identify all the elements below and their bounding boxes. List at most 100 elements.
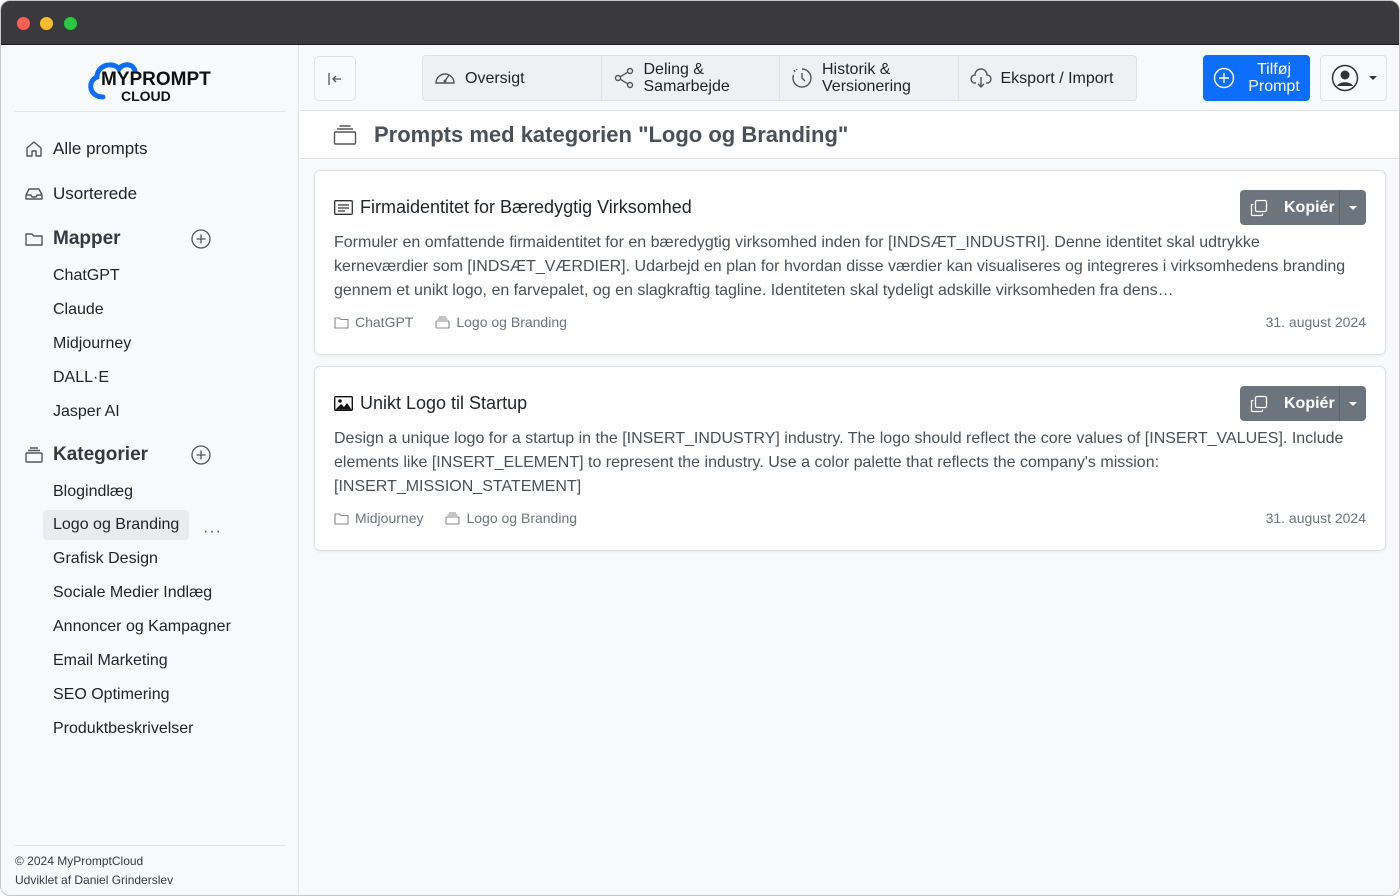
prompt-category[interactable]: Logo og Branding bbox=[456, 314, 567, 330]
copy-icon bbox=[1250, 199, 1268, 216]
prompt-title[interactable]: Unikt Logo til Startup bbox=[334, 393, 527, 414]
nav-label: Eksport / Import bbox=[1000, 69, 1114, 87]
speedometer-icon bbox=[435, 73, 455, 84]
sidebar-folder-dalle[interactable]: DALL·E bbox=[43, 363, 119, 393]
minimize-window-button[interactable] bbox=[40, 17, 53, 30]
sidebar-category-annoncer[interactable]: Annoncer og Kampagner bbox=[43, 612, 241, 642]
add-prompt-label: Tilføj Prompt bbox=[1248, 61, 1300, 95]
add-prompt-button[interactable]: Tilføj Prompt bbox=[1203, 55, 1310, 101]
collection-icon bbox=[445, 511, 461, 525]
app-window: MYPROMPT CLOUD Alle prompts Usorterede M… bbox=[0, 0, 1400, 896]
nav-label: Oversigt bbox=[465, 69, 525, 87]
share-icon bbox=[614, 67, 633, 89]
nav-overview-button[interactable]: Oversigt bbox=[423, 56, 602, 100]
category-more-options-icon[interactable]: ··· bbox=[203, 523, 222, 541]
top-toolbar: Oversigt Deling & Samarbejde Historik & … bbox=[300, 45, 1399, 111]
window-titlebar bbox=[1, 1, 1399, 45]
plus-circle-icon bbox=[1213, 67, 1235, 89]
categories-section-header: Kategorier bbox=[23, 439, 148, 471]
mypromptcloud-logo[interactable]: MYPROMPT CLOUD bbox=[85, 55, 217, 105]
prompt-list: Firmaidentitet for Bæredygtig Virksomhed… bbox=[300, 160, 1399, 895]
caret-down-icon bbox=[1349, 205, 1357, 210]
prompt-card[interactable]: Firmaidentitet for Bæredygtig Virksomhed… bbox=[314, 170, 1386, 355]
folder-icon bbox=[23, 228, 45, 250]
add-category-icon[interactable] bbox=[190, 444, 212, 466]
history-icon bbox=[792, 68, 812, 88]
sidebar-category-seo[interactable]: SEO Optimering bbox=[43, 680, 179, 710]
categories-title: Kategorier bbox=[53, 444, 149, 465]
collection-icon bbox=[435, 315, 450, 329]
sidebar-folder-midjourney[interactable]: Midjourney bbox=[43, 329, 141, 359]
nav-export-button[interactable]: Eksport / Import bbox=[959, 56, 1137, 100]
sidebar-category-grafisk-design[interactable]: Grafisk Design bbox=[43, 544, 168, 574]
developer-credit: Udviklet af Daniel Grinderslev bbox=[15, 873, 174, 887]
user-menu-button[interactable] bbox=[1320, 55, 1387, 101]
prompt-date: 31. august 2024 bbox=[1265, 510, 1366, 526]
text-document-icon bbox=[334, 200, 353, 215]
prompt-folder[interactable]: ChatGPT bbox=[355, 314, 413, 330]
copy-button-group: Kopiér bbox=[1240, 190, 1366, 225]
collection-icon bbox=[333, 125, 357, 145]
prompt-meta: ChatGPT Logo og Branding bbox=[334, 314, 567, 330]
sidebar-item-label: Alle prompts bbox=[53, 139, 148, 158]
prompt-title-text: Unikt Logo til Startup bbox=[360, 393, 528, 413]
arrow-bar-left-icon bbox=[328, 72, 341, 85]
inbox-icon bbox=[23, 183, 45, 205]
collapse-sidebar-button[interactable] bbox=[314, 56, 356, 101]
nav-sharing-button[interactable]: Deling & Samarbejde bbox=[602, 56, 780, 100]
sidebar: MYPROMPT CLOUD Alle prompts Usorterede M… bbox=[1, 45, 299, 895]
svg-text:MYPROMPT: MYPROMPT bbox=[101, 69, 211, 90]
sidebar-category-produktbeskrivelser[interactable]: Produktbeskrivelser bbox=[43, 714, 204, 744]
home-icon bbox=[23, 138, 45, 160]
copyright-text: © 2024 MyPromptCloud bbox=[15, 854, 144, 868]
sidebar-item-all-prompts[interactable]: Alle prompts bbox=[23, 133, 147, 165]
prompt-text: Formuler en omfattende firmaidentitet fo… bbox=[334, 234, 1346, 299]
cloud-download-icon bbox=[969, 68, 992, 88]
folder-icon bbox=[334, 512, 349, 525]
copy-button[interactable]: Kopiér bbox=[1240, 190, 1340, 225]
copy-button[interactable]: Kopiér bbox=[1240, 386, 1340, 421]
copy-button-group: Kopiér bbox=[1240, 386, 1366, 421]
prompt-category[interactable]: Logo og Branding bbox=[466, 510, 577, 526]
sidebar-folder-chatgpt[interactable]: ChatGPT bbox=[43, 261, 130, 291]
image-icon bbox=[334, 396, 353, 411]
chevron-down-icon bbox=[1369, 76, 1377, 80]
close-window-button[interactable] bbox=[17, 17, 30, 30]
user-avatar-icon bbox=[1331, 64, 1359, 92]
copy-label: Kopiér bbox=[1284, 198, 1335, 216]
main-nav-group: Oversigt Deling & Samarbejde Historik & … bbox=[422, 55, 1137, 101]
copy-label: Kopiér bbox=[1284, 394, 1335, 412]
prompt-card[interactable]: Unikt Logo til Startup Kopiér Design a u… bbox=[314, 366, 1386, 551]
prompt-text: Design a unique logo for a startup in th… bbox=[334, 430, 1344, 495]
footer-divider bbox=[15, 845, 285, 846]
svg-text:CLOUD: CLOUD bbox=[121, 88, 171, 104]
maximize-window-button[interactable] bbox=[64, 17, 77, 30]
prompt-title[interactable]: Firmaidentitet for Bæredygtig Virksomhed bbox=[334, 197, 692, 218]
nav-history-button[interactable]: Historik & Versionering bbox=[780, 56, 959, 100]
sidebar-category-sociale-medier[interactable]: Sociale Medier Indlæg bbox=[43, 578, 222, 608]
prompt-meta: Midjourney Logo og Branding bbox=[334, 510, 577, 526]
add-folder-icon[interactable] bbox=[190, 228, 212, 250]
logo-divider bbox=[15, 111, 285, 112]
prompt-date: 31. august 2024 bbox=[1265, 314, 1366, 330]
sidebar-item-unsorted[interactable]: Usorterede bbox=[23, 178, 137, 210]
collection-icon bbox=[23, 444, 45, 466]
copy-options-dropdown[interactable] bbox=[1340, 190, 1366, 225]
folders-section-header: Mapper bbox=[23, 223, 121, 255]
sidebar-category-logo-og-branding[interactable]: Logo og Branding bbox=[43, 510, 190, 540]
nav-label: Deling & Samarbejde bbox=[643, 61, 730, 95]
copy-options-dropdown[interactable] bbox=[1340, 386, 1366, 421]
folders-title: Mapper bbox=[53, 228, 121, 249]
caret-down-icon bbox=[1349, 401, 1357, 406]
page-header: Prompts med kategorien "Logo og Branding… bbox=[300, 112, 1399, 159]
nav-label: Historik & Versionering bbox=[822, 61, 911, 95]
prompt-folder[interactable]: Midjourney bbox=[355, 510, 423, 526]
folder-icon bbox=[334, 316, 349, 329]
copy-icon bbox=[1250, 395, 1268, 412]
sidebar-folder-claude[interactable]: Claude bbox=[43, 295, 114, 325]
sidebar-item-label: Usorterede bbox=[53, 184, 138, 203]
sidebar-category-email-marketing[interactable]: Email Marketing bbox=[43, 646, 178, 676]
page-title: Prompts med kategorien "Logo og Branding… bbox=[374, 122, 849, 147]
sidebar-category-blogindlaeg[interactable]: Blogindlæg bbox=[43, 477, 143, 507]
sidebar-folder-jasper-ai[interactable]: Jasper AI bbox=[43, 397, 130, 427]
